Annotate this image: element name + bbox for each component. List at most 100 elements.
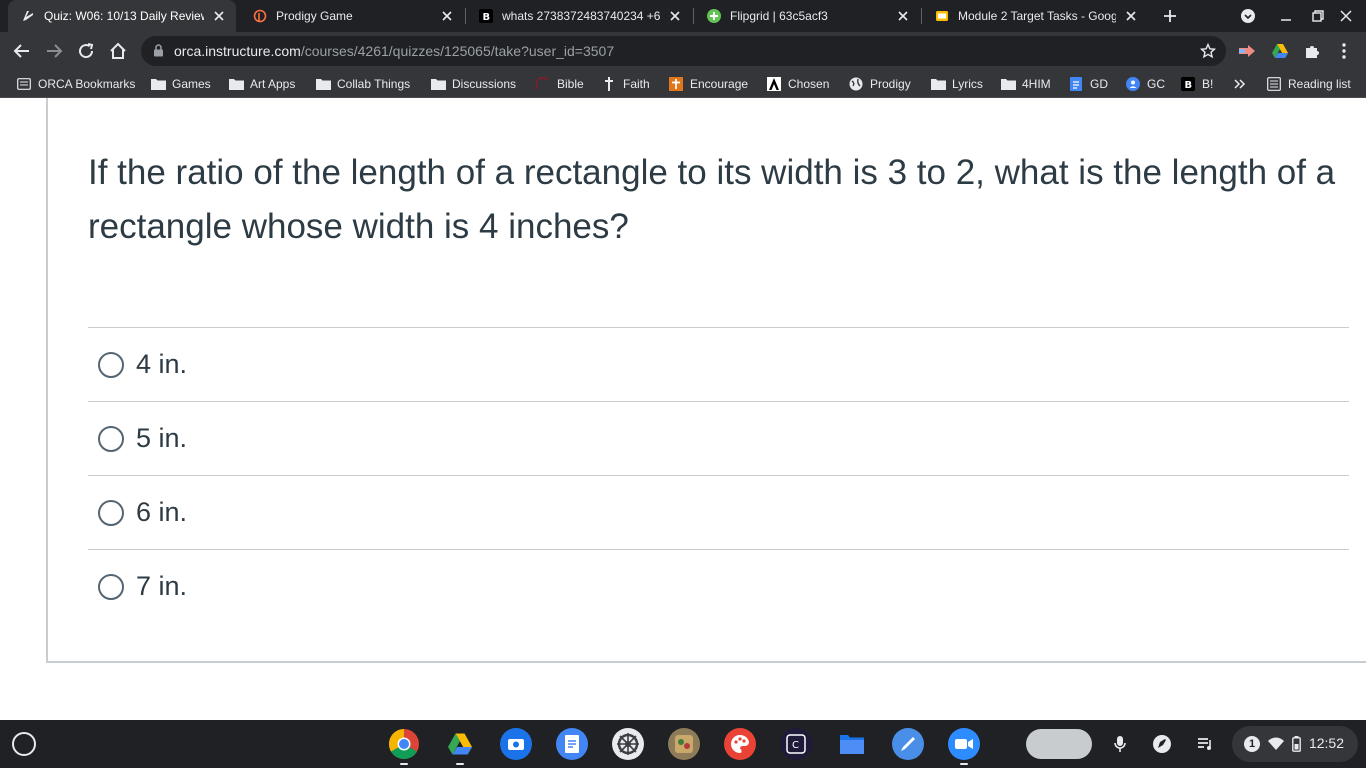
- reload-button[interactable]: [74, 39, 98, 63]
- holding-space-thumbnails[interactable]: [1026, 729, 1092, 759]
- forward-button[interactable]: [42, 39, 66, 63]
- bookmark-chosen[interactable]: Chosen: [766, 70, 829, 98]
- radio-button[interactable]: [98, 573, 124, 600]
- close-icon[interactable]: [666, 7, 684, 25]
- folder-icon: [315, 76, 331, 92]
- back-button[interactable]: [10, 39, 34, 63]
- game-app-icon[interactable]: [668, 728, 700, 760]
- tab-quiz[interactable]: Quiz: W06: 10/13 Daily Review: [8, 0, 236, 32]
- home-button[interactable]: [106, 39, 130, 63]
- bookmark-discussions[interactable]: Discussions: [430, 70, 516, 98]
- bookmark-label: ORCA Bookmarks: [38, 77, 136, 91]
- answer-option[interactable]: 5 in.: [88, 401, 1349, 475]
- classlink-app-icon[interactable]: C: [780, 728, 812, 760]
- close-window-button[interactable]: [1336, 6, 1356, 26]
- close-icon[interactable]: [438, 7, 456, 25]
- helm-app-icon[interactable]: [612, 728, 644, 760]
- bookmark-bible[interactable]: Bible: [535, 70, 584, 98]
- reading-list-icon: [1266, 76, 1282, 92]
- brainly-icon: B: [1180, 76, 1196, 92]
- bookmark-label: Faith: [623, 77, 650, 91]
- bookmark-art-apps[interactable]: Art Apps: [228, 70, 295, 98]
- bookmark-label: Games: [172, 77, 211, 91]
- bookmark-4him[interactable]: 4HIM: [1000, 70, 1051, 98]
- close-icon[interactable]: [210, 7, 228, 25]
- bookmark-lyrics[interactable]: Lyrics: [930, 70, 983, 98]
- google-docs-icon: [1068, 76, 1084, 92]
- tab-brainly[interactable]: B whats 2738372483740234 +6: [466, 0, 692, 32]
- bible-icon: [535, 76, 551, 92]
- tab-title: Flipgrid | 63c5acf3: [730, 9, 828, 23]
- tab-google-slides[interactable]: Module 2 Target Tasks - Googl: [922, 0, 1148, 32]
- menu-dots-icon[interactable]: [1332, 39, 1356, 63]
- google-drive-app-icon[interactable]: [444, 728, 476, 760]
- address-bar[interactable]: orca.instructure.com/courses/4261/quizze…: [141, 36, 1226, 66]
- tab-strip: Quiz: W06: 10/13 Daily Review Prodigy Ga…: [0, 0, 1366, 32]
- minimize-button[interactable]: [1276, 6, 1296, 26]
- camera-app-icon[interactable]: [500, 728, 532, 760]
- url-path: /courses/4261/quizzes/125065/take?user_i…: [300, 43, 615, 59]
- folder-icon: [1000, 76, 1016, 92]
- new-tab-button[interactable]: [1160, 6, 1180, 26]
- bookmark-games[interactable]: Games: [150, 70, 211, 98]
- globe-icon: [848, 76, 864, 92]
- launcher-button[interactable]: [12, 732, 36, 756]
- stylus-icon[interactable]: [1150, 732, 1174, 756]
- answer-option[interactable]: 6 in.: [88, 475, 1349, 549]
- chrome-app-icon[interactable]: [388, 728, 420, 760]
- google-slides-icon: [934, 8, 950, 24]
- bookmark-prodigy[interactable]: Prodigy: [848, 70, 911, 98]
- bookmark-faith[interactable]: Faith: [601, 70, 650, 98]
- media-controls-icon[interactable]: [1194, 732, 1218, 756]
- files-app-icon[interactable]: [836, 728, 868, 760]
- tab-search-button[interactable]: [1238, 6, 1258, 26]
- prodigy-icon: [252, 8, 268, 24]
- bookmark-label: Bible: [557, 77, 584, 91]
- battery-icon: [1292, 736, 1301, 757]
- notification-count: 1: [1244, 736, 1260, 752]
- question-text: If the ratio of the length of a rectangl…: [88, 153, 1336, 246]
- wifi-icon: [1268, 737, 1284, 755]
- extensions-puzzle-icon[interactable]: [1300, 39, 1324, 63]
- close-icon[interactable]: [1122, 7, 1140, 25]
- answer-option[interactable]: 4 in.: [88, 327, 1349, 401]
- canvas-draw-app-icon[interactable]: [892, 728, 924, 760]
- bookmark-folder-icon: [16, 76, 32, 92]
- radio-button[interactable]: [98, 425, 124, 452]
- close-icon[interactable]: [894, 7, 912, 25]
- answer-option[interactable]: 7 in.: [88, 549, 1349, 623]
- star-icon[interactable]: [1199, 42, 1217, 64]
- bookmark-collab-things[interactable]: Collab Things: [315, 70, 410, 98]
- reading-list-button[interactable]: Reading list: [1266, 70, 1351, 98]
- paint-palette-app-icon[interactable]: [724, 728, 756, 760]
- running-indicator: [400, 763, 408, 765]
- google-drive-icon[interactable]: [1268, 39, 1292, 63]
- bookmark-orca[interactable]: ORCA Bookmarks: [16, 70, 135, 98]
- canvas-icon: [20, 8, 36, 24]
- tab-flipgrid[interactable]: Flipgrid | 63c5acf3: [694, 0, 920, 32]
- status-area[interactable]: 1 12:52: [1232, 726, 1358, 762]
- more-bookmarks-button[interactable]: [1232, 70, 1254, 98]
- bookmark-label: Collab Things: [337, 77, 411, 91]
- bookmark-brainly[interactable]: B B!: [1180, 70, 1213, 98]
- gift-icon: [668, 76, 684, 92]
- folder-icon: [430, 76, 446, 92]
- extension-cast-icon[interactable]: [1235, 39, 1259, 63]
- google-docs-app-icon[interactable]: [556, 728, 588, 760]
- lock-icon[interactable]: [153, 44, 164, 62]
- bookmarks-bar: ORCA Bookmarks Games Art Apps Collab Thi…: [0, 70, 1366, 98]
- radio-button[interactable]: [98, 499, 124, 526]
- tab-prodigy[interactable]: Prodigy Game: [240, 0, 464, 32]
- restore-button[interactable]: [1308, 6, 1328, 26]
- flipgrid-icon: [706, 8, 722, 24]
- radio-button[interactable]: [98, 351, 124, 378]
- bookmark-gc[interactable]: GC: [1125, 70, 1165, 98]
- page-content: If the ratio of the length of a rectangl…: [0, 98, 1366, 720]
- question-card: If the ratio of the length of a rectangl…: [46, 98, 1366, 663]
- bookmark-label: GD: [1090, 77, 1108, 91]
- zoom-app-icon[interactable]: [948, 728, 980, 760]
- microphone-icon[interactable]: [1108, 732, 1132, 756]
- bookmark-encourage[interactable]: Encourage: [668, 70, 748, 98]
- bookmark-gd[interactable]: GD: [1068, 70, 1108, 98]
- bookmark-label: Lyrics: [952, 77, 983, 91]
